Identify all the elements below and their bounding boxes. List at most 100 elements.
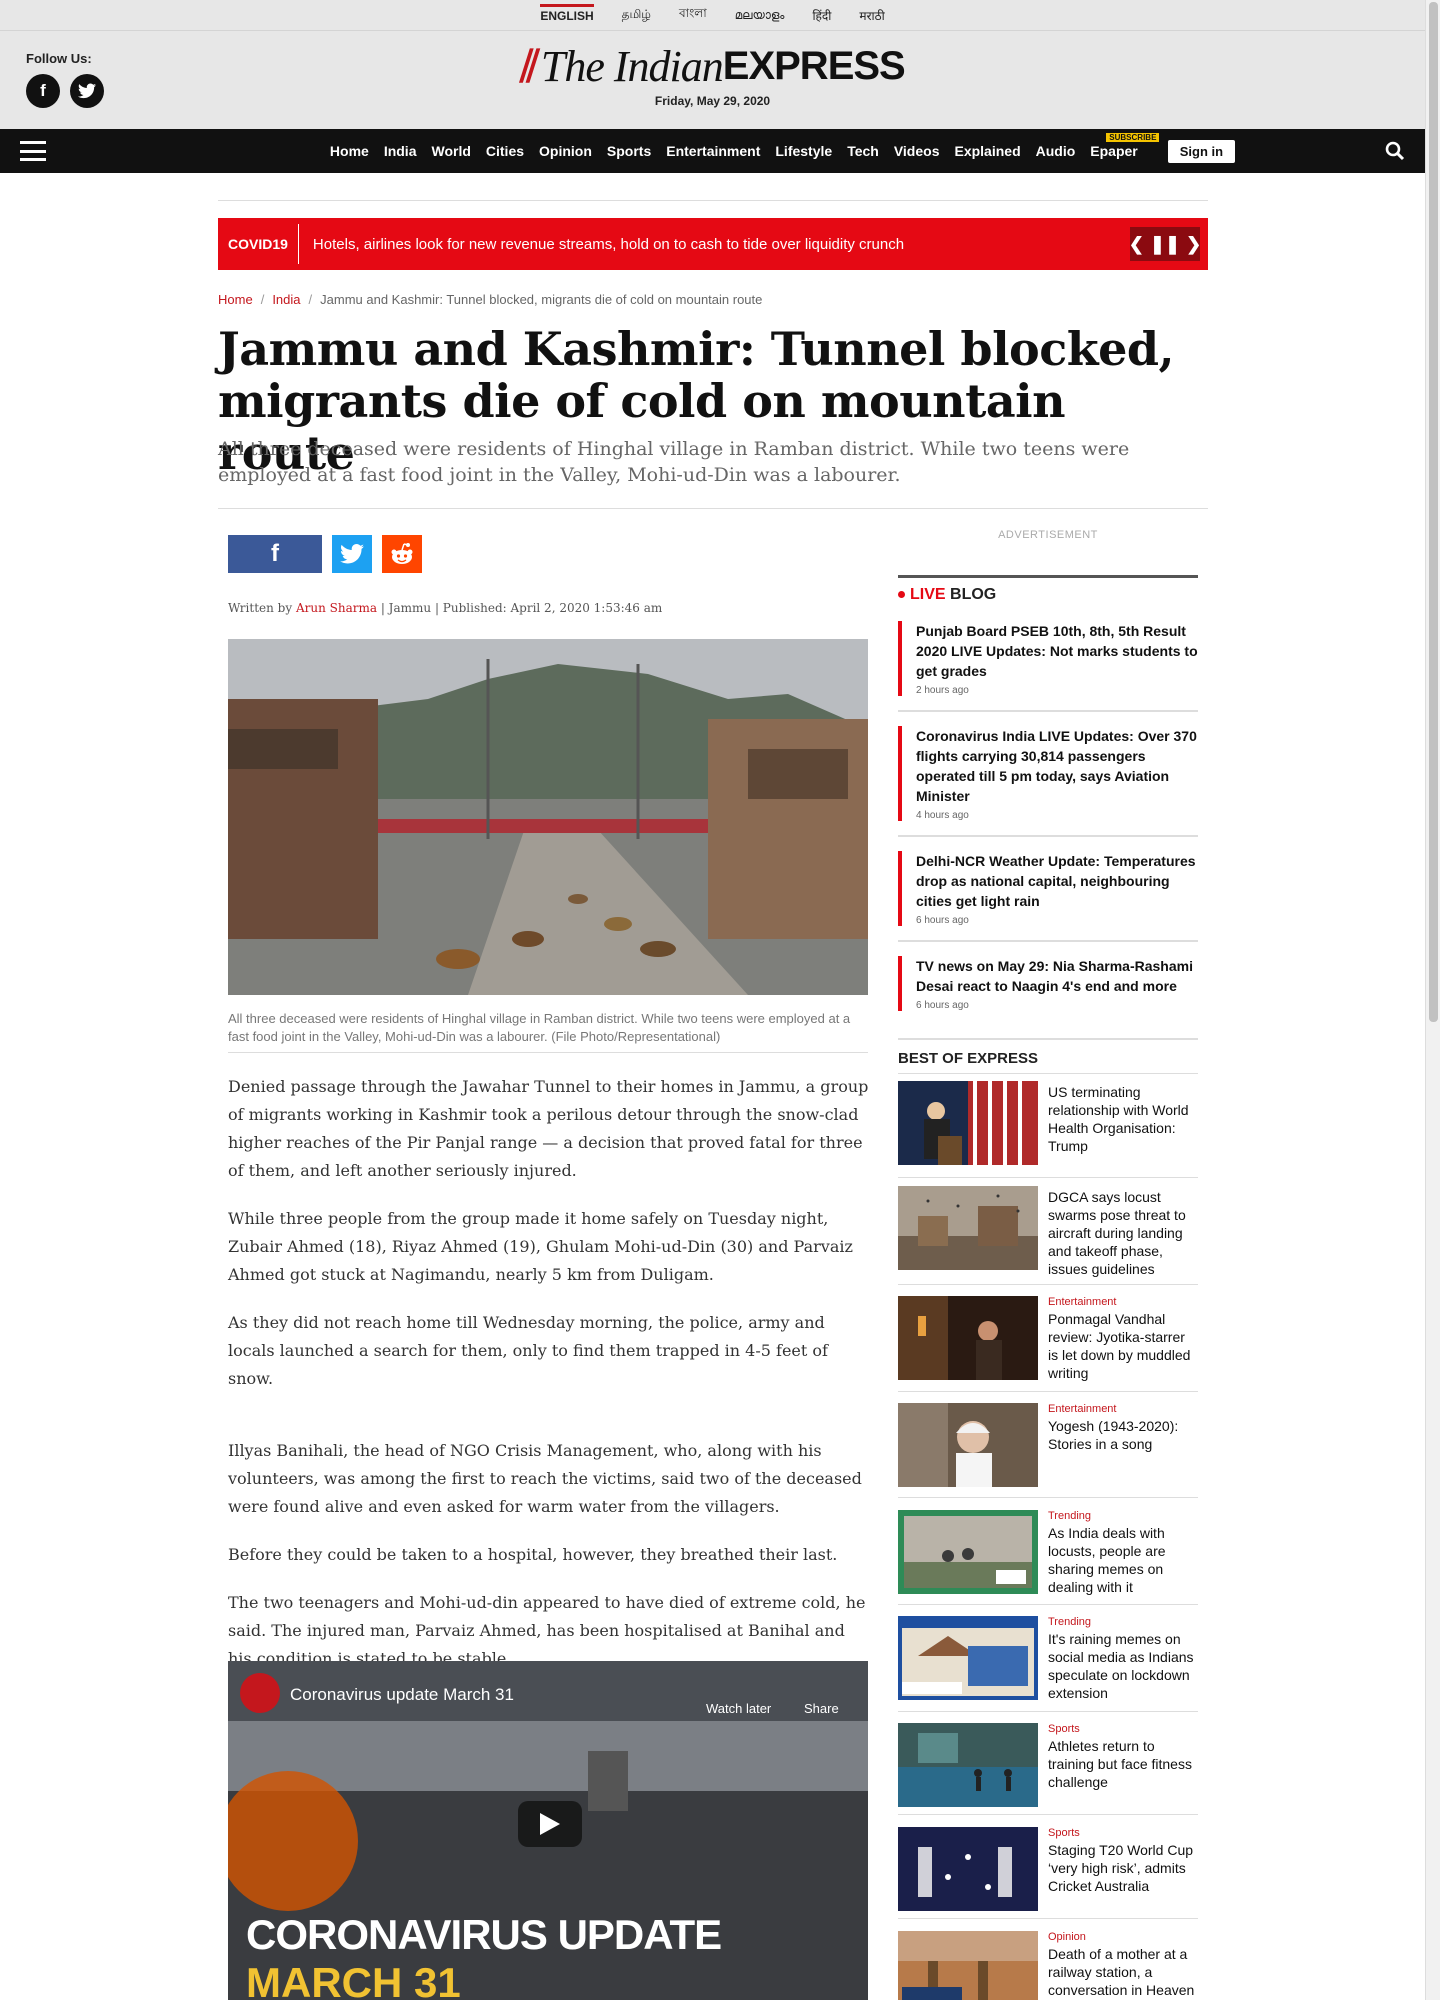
facebook-share-button[interactable]: f: [228, 535, 322, 573]
play-icon[interactable]: [518, 1801, 582, 1847]
pause-icon[interactable]: ❚❚: [1150, 234, 1180, 255]
search-icon[interactable]: [1385, 141, 1405, 161]
item-category[interactable]: Sports: [1048, 1827, 1198, 1839]
embedded-video[interactable]: Coronavirus update March 31 Watch later …: [228, 1661, 868, 2000]
nav-cities[interactable]: Cities: [486, 143, 524, 159]
best-item[interactable]: Sports Athletes return to training but fa…: [898, 1723, 1198, 1807]
live-blog-title[interactable]: Delhi-NCR Weather Update: Temperatures d…: [916, 851, 1198, 911]
item-title[interactable]: Death of a mother at a railway station, …: [1048, 1945, 1198, 1999]
thumbnail[interactable]: [898, 1186, 1038, 1270]
divider: [218, 200, 1208, 201]
best-item[interactable]: Trending As India deals with locusts, peo…: [898, 1510, 1198, 1596]
thumbnail[interactable]: [898, 1403, 1038, 1487]
live-blog-item[interactable]: Delhi-NCR Weather Update: Temperatures d…: [898, 851, 1198, 926]
nav-epaper[interactable]: SUBSCRIBE Epaper: [1090, 133, 1160, 159]
thumbnail[interactable]: [898, 1616, 1038, 1700]
item-title[interactable]: As India deals with locusts, people are …: [1048, 1524, 1198, 1596]
lang-tamil[interactable]: தமிழ்: [622, 7, 651, 23]
channel-logo[interactable]: [240, 1673, 280, 1713]
best-item[interactable]: Entertainment Yogesh (1943-2020): Stories…: [898, 1403, 1198, 1487]
live-blog-title[interactable]: TV news on May 29: Nia Sharma-Rashami De…: [916, 956, 1198, 996]
item-category[interactable]: Trending: [1048, 1510, 1198, 1522]
written-by-label: Written by: [228, 601, 293, 615]
item-title[interactable]: Yogesh (1943-2020): Stories in a song: [1048, 1417, 1198, 1453]
nav-videos[interactable]: Videos: [894, 143, 940, 159]
best-item[interactable]: US terminating relationship with World H…: [898, 1081, 1198, 1165]
prev-icon[interactable]: ❮: [1129, 234, 1144, 255]
live-blog-time: 4 hours ago: [916, 810, 969, 821]
sign-in-button[interactable]: Sign in: [1167, 139, 1236, 163]
best-item[interactable]: Opinion Death of a mother at a railway st…: [898, 1931, 1198, 2000]
live-blog-title[interactable]: Punjab Board PSEB 10th, 8th, 5th Result …: [916, 621, 1198, 681]
nav-explained[interactable]: Explained: [954, 143, 1020, 159]
best-item[interactable]: Trending It's raining memes on social med…: [898, 1616, 1198, 1702]
page-scrollbar[interactable]: [1425, 0, 1440, 2000]
author-link[interactable]: Arun Sharma: [296, 601, 377, 615]
breadcrumb-india[interactable]: India: [272, 292, 300, 307]
site-logo[interactable]: ⫽ The Indian EXPRESS Friday, May 29, 202…: [0, 41, 1425, 108]
live-blog-time: 2 hours ago: [916, 685, 969, 696]
nav-tech[interactable]: Tech: [847, 143, 879, 159]
watch-later-button[interactable]: Watch later: [706, 1701, 771, 1716]
live-blog-item[interactable]: Coronavirus India LIVE Updates: Over 370…: [898, 726, 1198, 821]
nav-audio[interactable]: Audio: [1036, 143, 1076, 159]
item-category[interactable]: Opinion: [1048, 1931, 1198, 1943]
breadcrumb-home[interactable]: Home: [218, 292, 253, 307]
main-nav: Home India World Cities Opinion Sports E…: [0, 129, 1425, 173]
lang-bangla[interactable]: বাংলা: [679, 5, 707, 25]
item-category[interactable]: Trending: [1048, 1616, 1198, 1628]
nav-world[interactable]: World: [431, 143, 470, 159]
nav-india[interactable]: India: [384, 143, 417, 159]
live-blog-header: LIVE BLOG: [898, 575, 1198, 604]
item-category[interactable]: Entertainment: [1048, 1296, 1198, 1308]
best-item[interactable]: DGCA says locust swarms pose threat to a…: [898, 1186, 1198, 1277]
live-blog-title[interactable]: Coronavirus India LIVE Updates: Over 370…: [916, 726, 1198, 806]
thumbnail[interactable]: [898, 1827, 1038, 1911]
scrollbar-thumb[interactable]: [1429, 2, 1438, 1022]
nav-lifestyle[interactable]: Lifestyle: [775, 143, 832, 159]
item-title[interactable]: Ponmagal Vandhal review: Jyotika-starrer…: [1048, 1310, 1198, 1382]
item-title[interactable]: It's raining memes on social media as In…: [1048, 1630, 1198, 1702]
lang-english[interactable]: ENGLISH: [540, 3, 594, 23]
lang-malayalam[interactable]: മലയാളം: [735, 8, 785, 23]
nav-opinion[interactable]: Opinion: [539, 143, 592, 159]
covid-tag[interactable]: COVID19: [218, 224, 299, 264]
logo-express: EXPRESS: [722, 44, 906, 88]
lang-marathi[interactable]: मराठी: [859, 7, 884, 24]
next-icon[interactable]: ❯: [1186, 234, 1201, 255]
item-title[interactable]: Staging T20 World Cup ‘very high risk’, …: [1048, 1841, 1198, 1895]
thumbnail[interactable]: [898, 1510, 1038, 1594]
item-category[interactable]: Sports: [1048, 1723, 1198, 1735]
thumbnail[interactable]: [898, 1296, 1038, 1380]
best-item[interactable]: Sports Staging T20 World Cup ‘very high r…: [898, 1827, 1198, 1911]
live-blog-item[interactable]: Punjab Board PSEB 10th, 8th, 5th Result …: [898, 621, 1198, 696]
thumbnail[interactable]: [898, 1931, 1038, 2000]
lang-hindi[interactable]: हिंदी: [812, 7, 831, 24]
breadcrumb: Home / India / Jammu and Kashmir: Tunnel blo…: [218, 292, 763, 307]
item-title[interactable]: Athletes return to training but face fit…: [1048, 1737, 1198, 1791]
live-blog-item[interactable]: TV news on May 29: Nia Sharma-Rashami De…: [898, 956, 1198, 1011]
nav-entertainment[interactable]: Entertainment: [666, 143, 760, 159]
published-date: Published: April 2, 2020 1:53:46 am: [442, 601, 663, 615]
video-share-button[interactable]: Share: [804, 1701, 839, 1716]
item-category[interactable]: Entertainment: [1048, 1403, 1198, 1415]
divider: [898, 1711, 1198, 1712]
menu-icon[interactable]: [20, 141, 46, 161]
thumbnail[interactable]: [898, 1723, 1038, 1807]
item-title[interactable]: US terminating relationship with World H…: [1048, 1083, 1198, 1155]
video-title[interactable]: Coronavirus update March 31: [290, 1685, 514, 1705]
covid-headline[interactable]: Hotels, airlines look for new revenue st…: [299, 236, 1130, 253]
best-item[interactable]: Entertainment Ponmagal Vandhal review: Jy…: [898, 1296, 1198, 1382]
twitter-share-button[interactable]: [332, 535, 372, 573]
paragraph: While three people from the group made i…: [228, 1209, 853, 1284]
nav-sports[interactable]: Sports: [607, 143, 651, 159]
thumbnail[interactable]: [898, 1081, 1038, 1165]
reddit-share-button[interactable]: [382, 535, 422, 573]
blog-label: BLOG: [950, 586, 997, 603]
paragraph: Illyas Banihali, the head of NGO Crisis …: [228, 1441, 862, 1516]
live-blog-time: 6 hours ago: [916, 915, 969, 926]
live-dot-icon: [898, 591, 905, 599]
item-title[interactable]: DGCA says locust swarms pose threat to a…: [1048, 1188, 1198, 1278]
advertisement-label: ADVERTISEMENT: [998, 529, 1098, 541]
nav-home[interactable]: Home: [330, 143, 369, 159]
